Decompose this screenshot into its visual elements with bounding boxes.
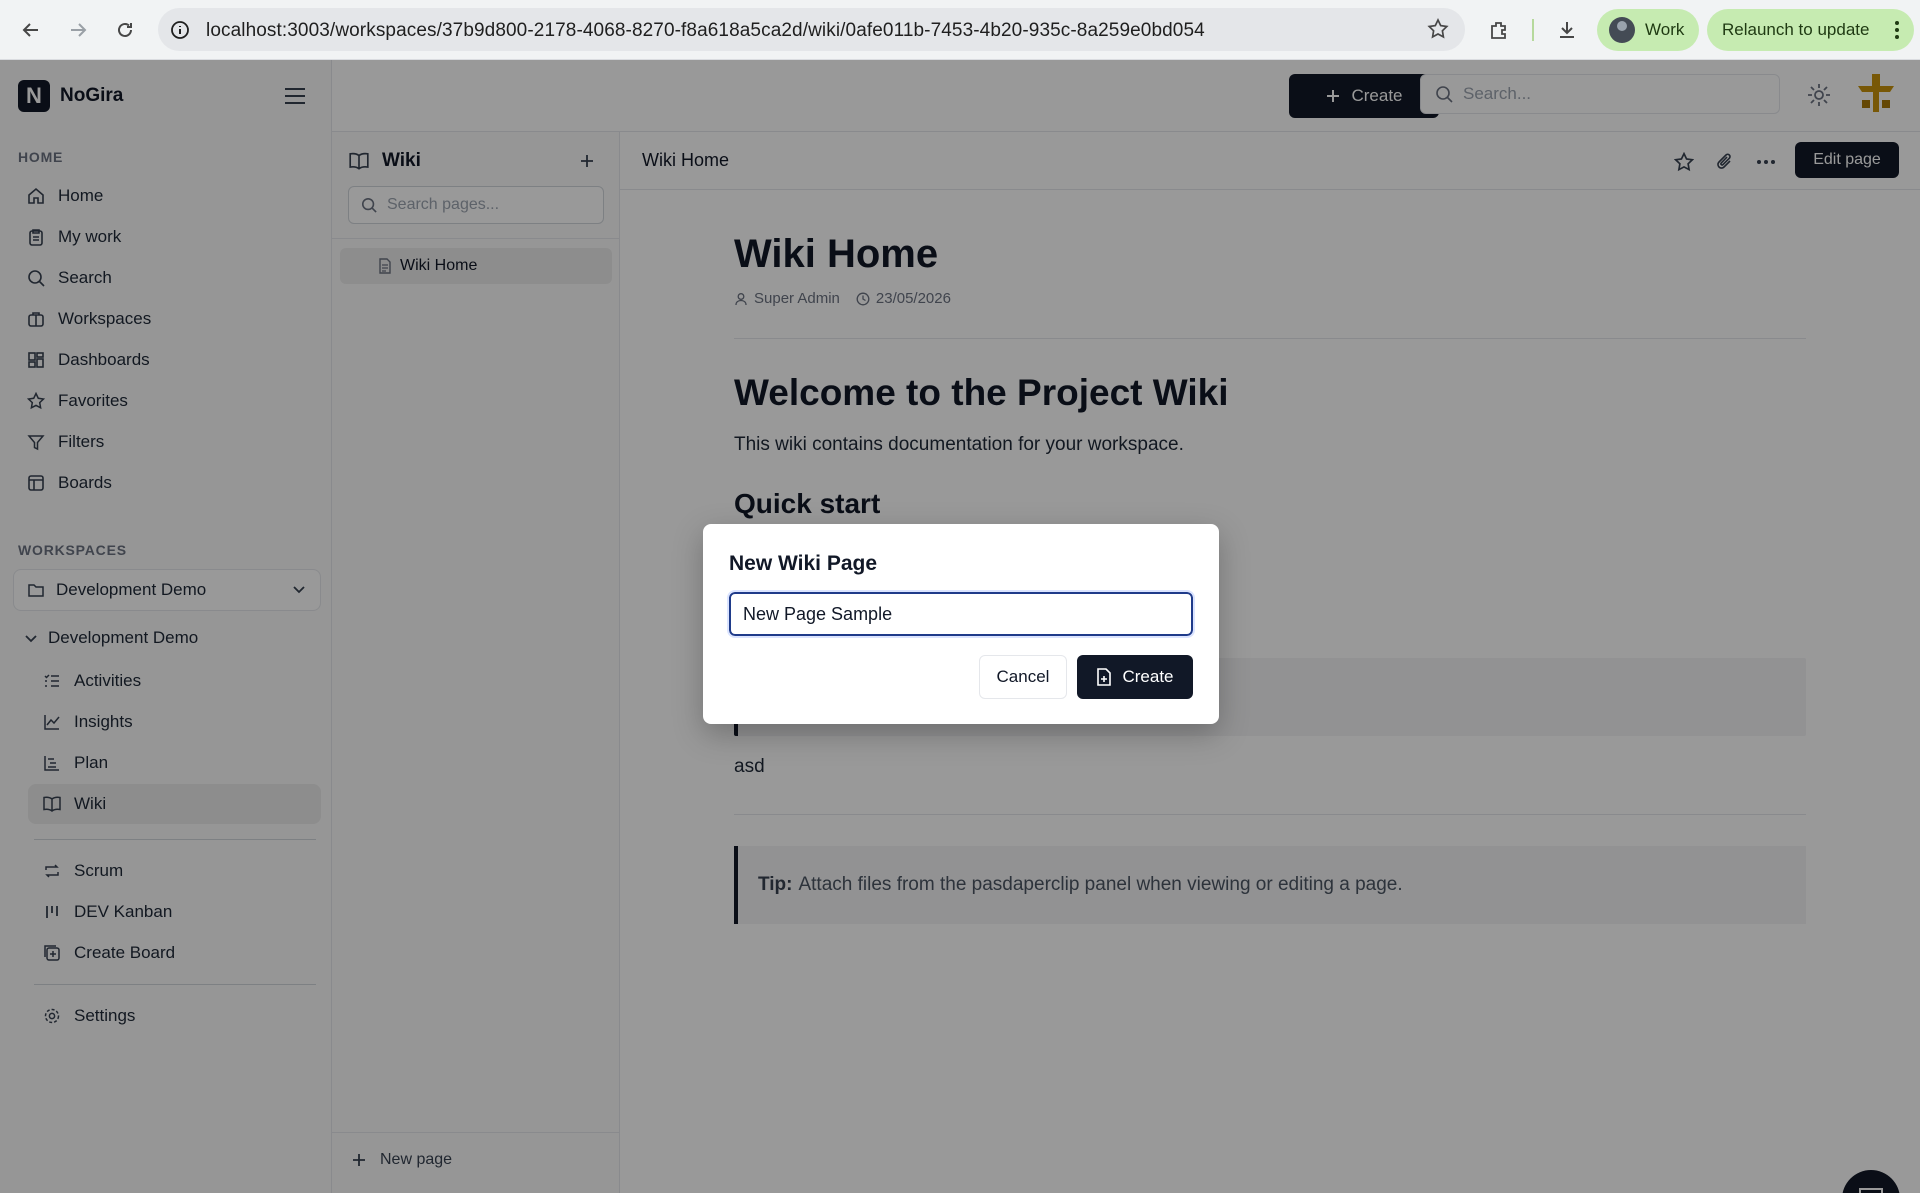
more-vert-icon [1894,20,1900,40]
site-info-icon[interactable] [168,18,191,41]
create-page-button[interactable]: Create [1077,655,1193,699]
reload-button[interactable] [108,13,142,47]
relaunch-label: Relaunch to update [1722,20,1870,39]
extensions-icon[interactable] [1482,13,1516,47]
address-bar[interactable]: localhost:3003/workspaces/37b9d800-2178-… [158,8,1465,51]
forward-arrow-icon [71,23,87,37]
relaunch-button[interactable]: Relaunch to update [1707,9,1914,51]
forward-button[interactable] [61,13,95,47]
download-icon[interactable] [1550,13,1584,47]
profile-label: Work [1645,20,1685,39]
back-arrow-icon [22,23,38,37]
browser-toolbar: localhost:3003/workspaces/37b9d800-2178-… [0,0,1920,60]
back-button[interactable] [14,13,48,47]
toolbar-divider [1532,19,1534,41]
create-page-label: Create [1122,667,1174,686]
cancel-button[interactable]: Cancel [979,655,1067,699]
profile-avatar [1609,17,1635,43]
url-text: localhost:3003/workspaces/37b9d800-2178-… [206,20,1205,41]
file-plus-icon [1096,668,1112,686]
bookmark-star-icon[interactable] [1427,18,1449,40]
reload-icon [118,22,132,37]
page-title-input[interactable] [727,590,1195,638]
new-wiki-page-dialog: New Wiki Page Cancel Create [703,524,1219,724]
dialog-title: New Wiki Page [729,552,878,575]
profile-chip[interactable]: Work [1597,9,1699,51]
